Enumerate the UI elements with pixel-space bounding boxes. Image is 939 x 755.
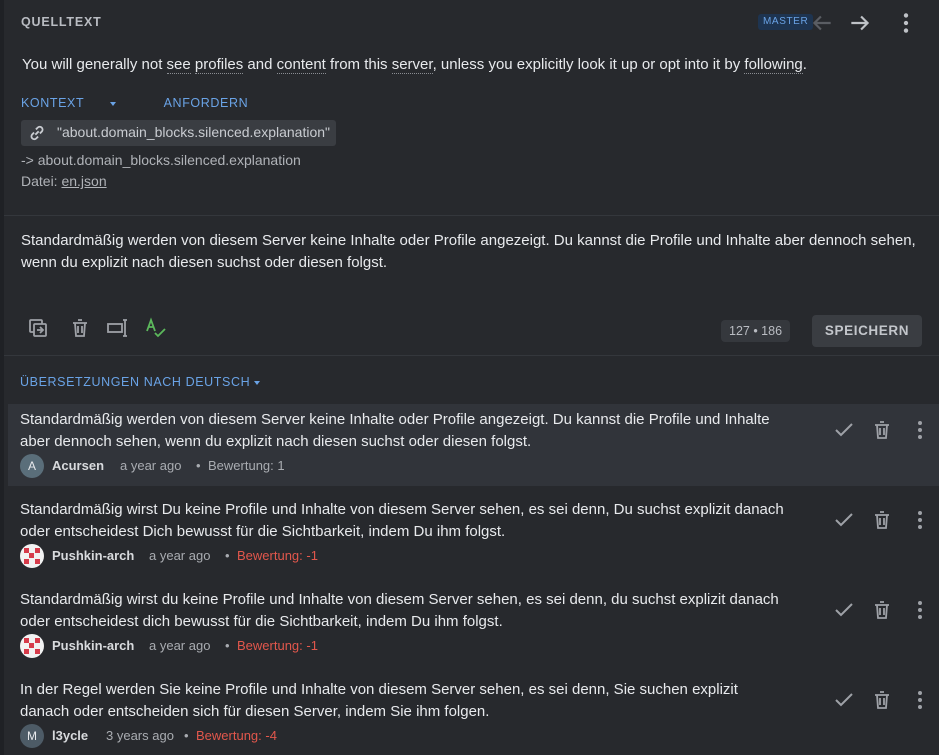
caret-down-icon — [254, 380, 261, 385]
check-icon[interactable] — [832, 688, 856, 712]
meta-separator: • — [184, 728, 189, 743]
suggestion-user[interactable]: Pushkin-arch — [52, 638, 134, 653]
source-text: You will generally not see profiles and … — [22, 56, 807, 74]
context-row: KONTEXT ANFORDERN — [21, 96, 270, 110]
suggestion-time: a year ago — [149, 548, 211, 563]
more-vertical-icon[interactable] — [908, 418, 932, 442]
delete-icon[interactable] — [68, 316, 92, 340]
glossary-term[interactable]: server — [391, 56, 433, 74]
meta-separator: • — [225, 638, 230, 653]
check-icon[interactable] — [832, 598, 856, 622]
string-key: "about.domain_blocks.silenced.explanatio… — [57, 124, 331, 140]
file-link[interactable]: en.json — [61, 173, 106, 189]
more-vertical-icon[interactable] — [908, 508, 932, 532]
suggestion-user[interactable]: l3ycle — [52, 728, 88, 743]
translation-suggestion[interactable]: Standardmäßig werden von diesem Server k… — [8, 404, 939, 486]
glossary-term[interactable]: following — [744, 56, 803, 74]
delete-icon[interactable] — [870, 688, 894, 712]
suggestion-text: Standardmäßig wirst Du keine Profile und… — [20, 501, 784, 540]
arrow-right-icon[interactable] — [847, 10, 873, 36]
branch-badge: MASTER — [758, 14, 814, 30]
key-path: -> about.domain_blocks.silenced.explanat… — [21, 152, 301, 168]
delete-icon[interactable] — [870, 418, 894, 442]
divider — [4, 355, 939, 356]
translation-panel: QUELLTEXT MASTER You will generally not … — [4, 0, 939, 755]
text-cursor-icon[interactable] — [106, 316, 130, 340]
avatar — [20, 634, 44, 658]
file-info: Datei: en.json — [21, 173, 107, 189]
check-icon[interactable] — [832, 508, 856, 532]
suggestion-score: Bewertung: -4 — [196, 728, 277, 743]
delete-icon[interactable] — [870, 508, 894, 532]
suggestion-score: Bewertung: -1 — [237, 638, 318, 653]
copy-source-icon[interactable] — [26, 316, 50, 340]
suggestion-time: 3 years ago — [106, 728, 174, 743]
suggestion-time: a year ago — [120, 458, 182, 473]
more-vertical-icon[interactable] — [908, 598, 932, 622]
avatar: A — [20, 454, 44, 478]
suggestion-text: Standardmäßig wirst du keine Profile und… — [20, 591, 779, 630]
spellcheck-icon[interactable] — [144, 316, 168, 340]
check-icon[interactable] — [832, 418, 856, 442]
link-icon — [27, 123, 47, 143]
string-key-chip[interactable]: "about.domain_blocks.silenced.explanatio… — [21, 120, 337, 146]
request-context-button[interactable]: ANFORDERN — [164, 96, 249, 110]
suggestion-score: Bewertung: -1 — [237, 548, 318, 563]
suggestion-score: Bewertung: 1 — [208, 458, 285, 473]
suggestion-time: a year ago — [149, 638, 211, 653]
glossary-term[interactable]: profiles — [194, 56, 244, 74]
context-toggle[interactable]: KONTEXT — [21, 96, 138, 110]
glossary-term[interactable]: see — [166, 56, 191, 74]
translation-editor[interactable]: Standardmäßig werden von diesem Server k… — [21, 230, 921, 274]
translation-suggestion[interactable]: In der Regel werden Sie keine Profile un… — [8, 674, 939, 755]
translation-suggestion[interactable]: Standardmäßig wirst Du keine Profile und… — [8, 494, 939, 576]
meta-separator: • — [225, 548, 230, 563]
arrow-left-icon[interactable] — [809, 10, 835, 36]
translation-suggestion[interactable]: Standardmäßig wirst du keine Profile und… — [8, 584, 939, 666]
suggestion-text: Standardmäßig werden von diesem Server k… — [20, 411, 770, 450]
glossary-term[interactable]: content — [276, 56, 326, 74]
save-button[interactable]: SPEICHERN — [812, 315, 922, 347]
more-vertical-icon[interactable] — [893, 10, 919, 36]
suggestion-text: In der Regel werden Sie keine Profile un… — [20, 681, 738, 720]
more-vertical-icon[interactable] — [908, 688, 932, 712]
avatar — [20, 544, 44, 568]
caret-down-icon — [110, 101, 117, 106]
source-header: QUELLTEXT MASTER — [21, 13, 939, 34]
source-title: QUELLTEXT — [21, 15, 102, 29]
suggestion-user[interactable]: Pushkin-arch — [52, 548, 134, 563]
translations-heading[interactable]: ÜBERSETZUNGEN NACH DEUTSCH — [20, 375, 261, 389]
meta-separator: • — [196, 458, 201, 473]
delete-icon[interactable] — [870, 598, 894, 622]
character-counter: 127 • 186 — [721, 320, 791, 342]
divider — [4, 215, 939, 216]
avatar: M — [20, 724, 44, 748]
suggestion-user[interactable]: Acursen — [52, 458, 104, 473]
